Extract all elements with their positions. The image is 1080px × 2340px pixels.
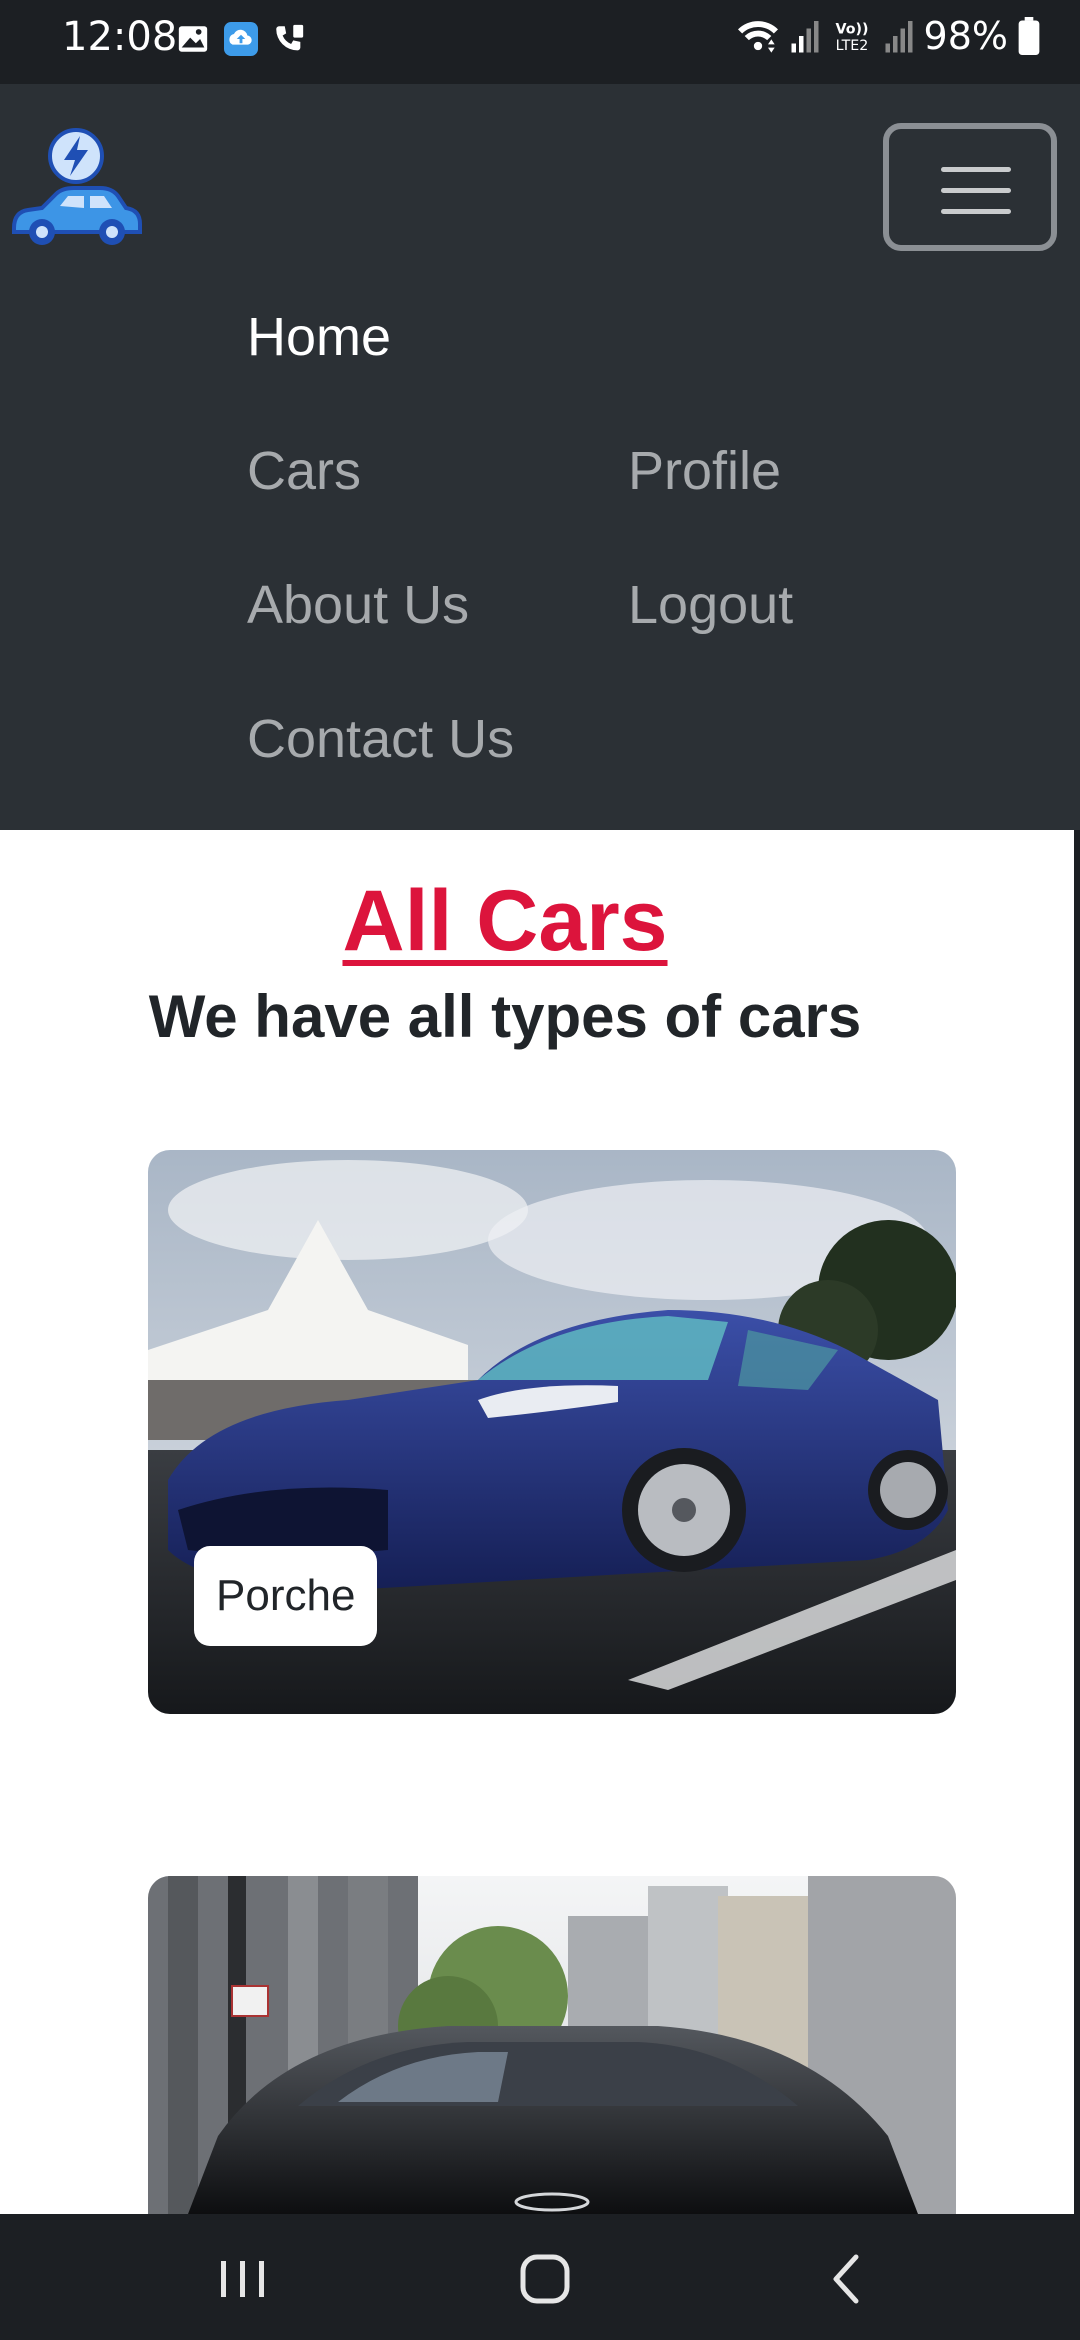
cloud-upload-icon bbox=[224, 22, 258, 56]
wifi-icon bbox=[737, 21, 778, 53]
navbar-toggler-button[interactable] bbox=[883, 123, 1057, 251]
recent-apps-icon[interactable] bbox=[208, 2244, 278, 2314]
car-card[interactable] bbox=[148, 1876, 956, 2214]
status-bar: 12:08 Vo)) LTE2 98% bbox=[0, 0, 1080, 84]
battery-percent: 98% bbox=[923, 14, 1008, 58]
svg-text:LTE2: LTE2 bbox=[835, 38, 868, 54]
navbar: Home Cars Profile About Us Logout Contac… bbox=[0, 84, 1080, 830]
status-time: 12:08 bbox=[62, 14, 178, 60]
status-right: Vo)) LTE2 98% bbox=[736, 14, 1040, 58]
car-card[interactable]: Porche bbox=[148, 1150, 956, 1714]
page-edge bbox=[1074, 830, 1080, 2214]
back-icon[interactable] bbox=[812, 2244, 882, 2314]
status-left-icons bbox=[176, 22, 306, 56]
battery-icon bbox=[1018, 17, 1040, 55]
signal-icon-2 bbox=[885, 21, 913, 53]
nav-link-logout[interactable]: Logout bbox=[628, 574, 793, 636]
page-title: All Cars bbox=[342, 873, 668, 969]
nav-link-profile[interactable]: Profile bbox=[628, 440, 781, 502]
car-name-badge: Porche bbox=[194, 1546, 378, 1646]
volte-icon: Vo)) LTE2 bbox=[835, 21, 868, 54]
main-content: All Cars We have all types of cars Porch… bbox=[0, 830, 1074, 2214]
nav-link-contact[interactable]: Contact Us bbox=[247, 708, 514, 770]
nav-link-cars[interactable]: Cars bbox=[247, 440, 361, 502]
signal-icon bbox=[791, 21, 819, 53]
page-subtitle: We have all types of cars bbox=[148, 983, 862, 1050]
svg-text:Vo)): Vo)) bbox=[835, 21, 868, 37]
black-car-street-photo bbox=[148, 1876, 956, 2214]
screen: 12:08 Vo)) LTE2 98% Home Cars Profile Ab… bbox=[0, 0, 1080, 2340]
hamburger-icon bbox=[941, 167, 1011, 214]
gallery-icon bbox=[178, 26, 208, 52]
call-icon bbox=[276, 24, 304, 51]
electric-car-logo[interactable] bbox=[8, 126, 144, 256]
nav-link-about[interactable]: About Us bbox=[247, 574, 469, 636]
system-nav-bar bbox=[0, 2214, 1080, 2340]
nav-link-home[interactable]: Home bbox=[247, 306, 391, 368]
home-icon[interactable] bbox=[510, 2244, 580, 2314]
